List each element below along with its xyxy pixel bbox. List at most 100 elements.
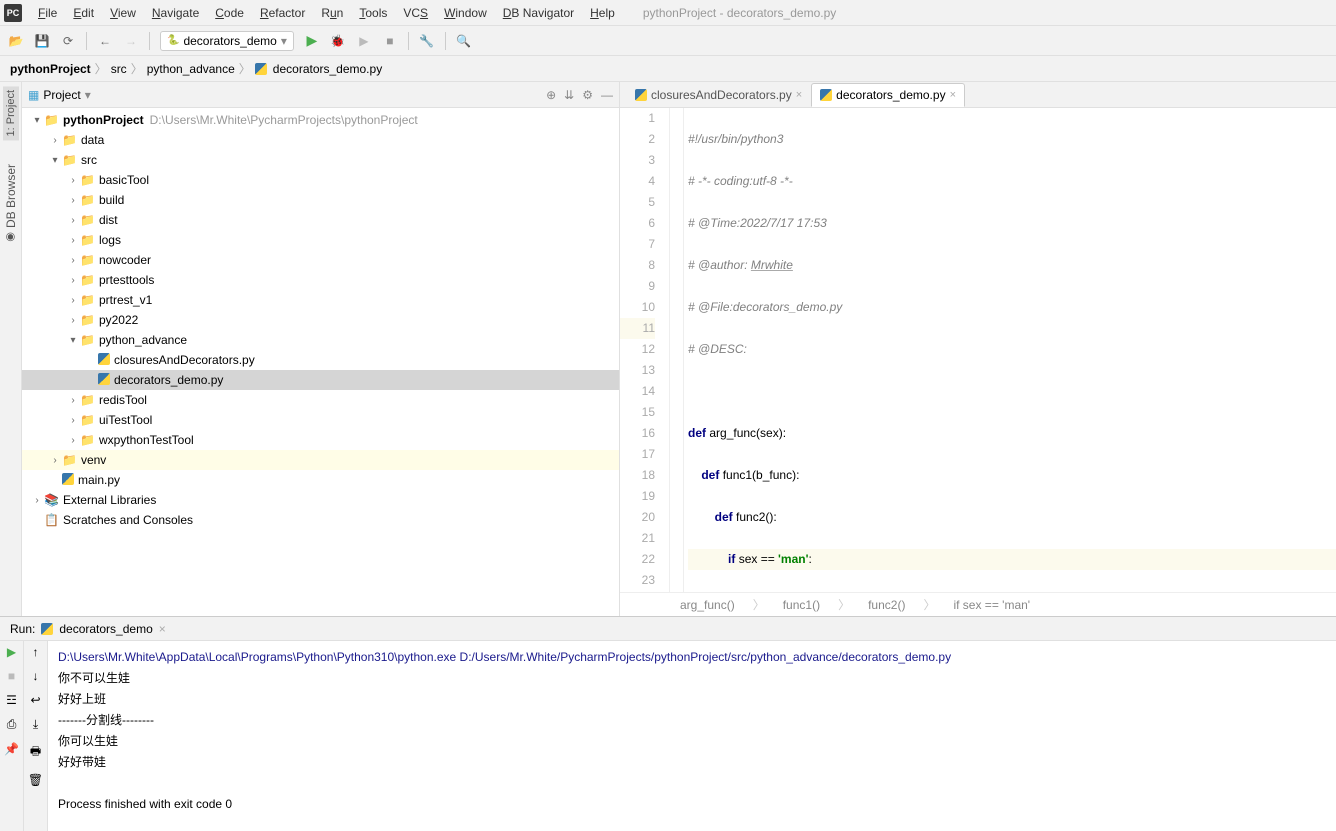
trash-icon[interactable]: 🗑: [28, 773, 43, 787]
tree-item[interactable]: ›📁basicTool: [22, 170, 619, 190]
tree-item[interactable]: main.py: [22, 470, 619, 490]
tree-item[interactable]: ›📁dist: [22, 210, 619, 230]
settings-icon[interactable]: ⚙: [582, 88, 593, 102]
toolbar: 📂 💾 ⟳ ← → 🐍 decorators_demo ▾ ▶ 🐞 ▶ ■ 🔧 …: [0, 26, 1336, 56]
down-icon[interactable]: ↓: [33, 669, 39, 683]
tree-item[interactable]: ›📁build: [22, 190, 619, 210]
tree-item[interactable]: closuresAndDecorators.py: [22, 350, 619, 370]
menu-dbnav[interactable]: DB Navigator: [495, 4, 582, 22]
menu-tools[interactable]: Tools: [351, 4, 395, 22]
menu-navigate[interactable]: Navigate: [144, 4, 207, 22]
window-title: pythonProject - decorators_demo.py: [643, 6, 836, 20]
close-icon[interactable]: ×: [796, 89, 802, 101]
python-file-icon: [635, 89, 647, 101]
left-tool-gutter: 1: Project ◉ DB Browser: [0, 82, 22, 616]
menu-view[interactable]: View: [102, 4, 144, 22]
tree-item[interactable]: ›📁venv: [22, 450, 619, 470]
debug-button[interactable]: 🐞: [330, 33, 346, 49]
crumb-pkg[interactable]: python_advance: [147, 62, 235, 76]
stop-icon[interactable]: ■: [8, 669, 15, 683]
close-icon[interactable]: ×: [950, 89, 956, 101]
search-icon[interactable]: 🔍: [456, 33, 472, 49]
run-tools-primary: ▶ ■ ☲ ⎙ 📌: [0, 641, 24, 831]
menu-file[interactable]: File: [30, 4, 65, 22]
project-tree[interactable]: ▾ 📁 pythonProject D:\Users\Mr.White\Pych…: [22, 108, 619, 616]
tab-project[interactable]: 1: Project: [3, 86, 19, 140]
menu-edit[interactable]: Edit: [65, 4, 102, 22]
run-output[interactable]: D:\Users\Mr.White\AppData\Local\Programs…: [48, 641, 1336, 831]
collapse-icon[interactable]: ⇊: [564, 88, 574, 102]
run-config-selector[interactable]: 🐍 decorators_demo ▾: [160, 31, 294, 51]
tree-item[interactable]: decorators_demo.py: [22, 370, 619, 390]
python-file-icon: [820, 89, 832, 101]
python-file-icon: [255, 63, 267, 75]
filter-icon[interactable]: ⎙: [7, 717, 17, 732]
editor-breadcrumb: arg_func()〉 func1()〉 func2()〉 if sex == …: [620, 592, 1336, 616]
crumb-root[interactable]: pythonProject: [10, 62, 91, 76]
crumb-func1[interactable]: func1(): [783, 598, 820, 612]
run-tab-name[interactable]: decorators_demo: [59, 622, 152, 636]
rerun-icon[interactable]: ▶: [7, 645, 16, 659]
scroll-icon[interactable]: ⤓: [33, 717, 38, 732]
close-icon[interactable]: ×: [159, 622, 166, 636]
run-label: Run:: [10, 622, 35, 636]
run-config-name: decorators_demo: [183, 34, 276, 48]
tree-item[interactable]: ›📁prtrest_v1: [22, 290, 619, 310]
layout-icon[interactable]: ☲: [6, 693, 17, 707]
tree-item[interactable]: ›📁nowcoder: [22, 250, 619, 270]
tree-item[interactable]: ›📁prtesttools: [22, 270, 619, 290]
editor-tabs: closuresAndDecorators.py × decorators_de…: [620, 82, 1336, 108]
code-editor[interactable]: #!/usr/bin/python3 # -*- coding:utf-8 -*…: [684, 108, 1336, 592]
app-logo: PC: [4, 4, 22, 22]
stop-button[interactable]: ■: [382, 33, 398, 49]
crumb-if[interactable]: if sex == 'man': [953, 598, 1030, 612]
tab-dbbrowser[interactable]: ◉ DB Browser: [2, 160, 20, 248]
wrench-icon[interactable]: 🔧: [419, 33, 435, 49]
project-title[interactable]: Project: [43, 88, 80, 102]
menu-window[interactable]: Window: [436, 4, 495, 22]
tree-item[interactable]: ›📁data: [22, 130, 619, 150]
forward-icon[interactable]: →: [123, 33, 139, 49]
tab-closures[interactable]: closuresAndDecorators.py ×: [626, 83, 811, 107]
menu-refactor[interactable]: Refactor: [252, 4, 313, 22]
tree-item[interactable]: ›📁redisTool: [22, 390, 619, 410]
line-gutter[interactable]: 1234567891011121314151617181920212223: [620, 108, 670, 592]
tab-decorators[interactable]: decorators_demo.py ×: [811, 83, 965, 107]
print-icon[interactable]: 🖶: [30, 742, 41, 763]
tree-item[interactable]: ▾📁src: [22, 150, 619, 170]
wrap-icon[interactable]: ↩: [30, 693, 40, 707]
menu-vcs[interactable]: VCS: [395, 4, 436, 22]
crumb-func[interactable]: arg_func(): [680, 598, 735, 612]
back-icon[interactable]: ←: [97, 33, 113, 49]
pin-icon[interactable]: 📌: [4, 742, 19, 756]
editor-area: closuresAndDecorators.py × decorators_de…: [620, 82, 1336, 616]
tree-item[interactable]: ›📁logs: [22, 230, 619, 250]
menu-run[interactable]: Run: [313, 4, 351, 22]
crumb-file[interactable]: decorators_demo.py: [273, 62, 382, 76]
tree-ext-lib[interactable]: › 📚 External Libraries: [22, 490, 619, 510]
tree-item[interactable]: ›📁uiTestTool: [22, 410, 619, 430]
tree-scratches[interactable]: 📋 Scratches and Consoles: [22, 510, 619, 530]
tree-root[interactable]: ▾ 📁 pythonProject D:\Users\Mr.White\Pych…: [22, 110, 619, 130]
coverage-icon[interactable]: ▶: [356, 33, 372, 49]
tree-item[interactable]: ›📁wxpythonTestTool: [22, 430, 619, 450]
hide-icon[interactable]: —: [601, 88, 613, 102]
menu-code[interactable]: Code: [207, 4, 252, 22]
tree-item[interactable]: ›📁py2022: [22, 310, 619, 330]
open-icon[interactable]: 📂: [8, 33, 24, 49]
menubar: PC File Edit View Navigate Code Refactor…: [0, 0, 1336, 26]
sync-icon[interactable]: ⟳: [60, 33, 76, 49]
crumb-func2[interactable]: func2(): [868, 598, 905, 612]
up-icon[interactable]: ↑: [33, 645, 39, 659]
breadcrumb: pythonProject 〉 src 〉 python_advance 〉 d…: [0, 56, 1336, 82]
project-view-icon: ▦: [28, 88, 39, 102]
target-icon[interactable]: ⊕: [546, 88, 556, 102]
fold-gutter[interactable]: [670, 108, 684, 592]
run-button[interactable]: ▶: [304, 33, 320, 49]
crumb-src[interactable]: src: [111, 62, 127, 76]
menu-help[interactable]: Help: [582, 4, 623, 22]
tree-item[interactable]: ▾📁python_advance: [22, 330, 619, 350]
python-file-icon: [41, 623, 53, 635]
project-panel: ▦ Project ▾ ⊕ ⇊ ⚙ — ▾ 📁 pythonProject D:…: [22, 82, 620, 616]
save-all-icon[interactable]: 💾: [34, 33, 50, 49]
